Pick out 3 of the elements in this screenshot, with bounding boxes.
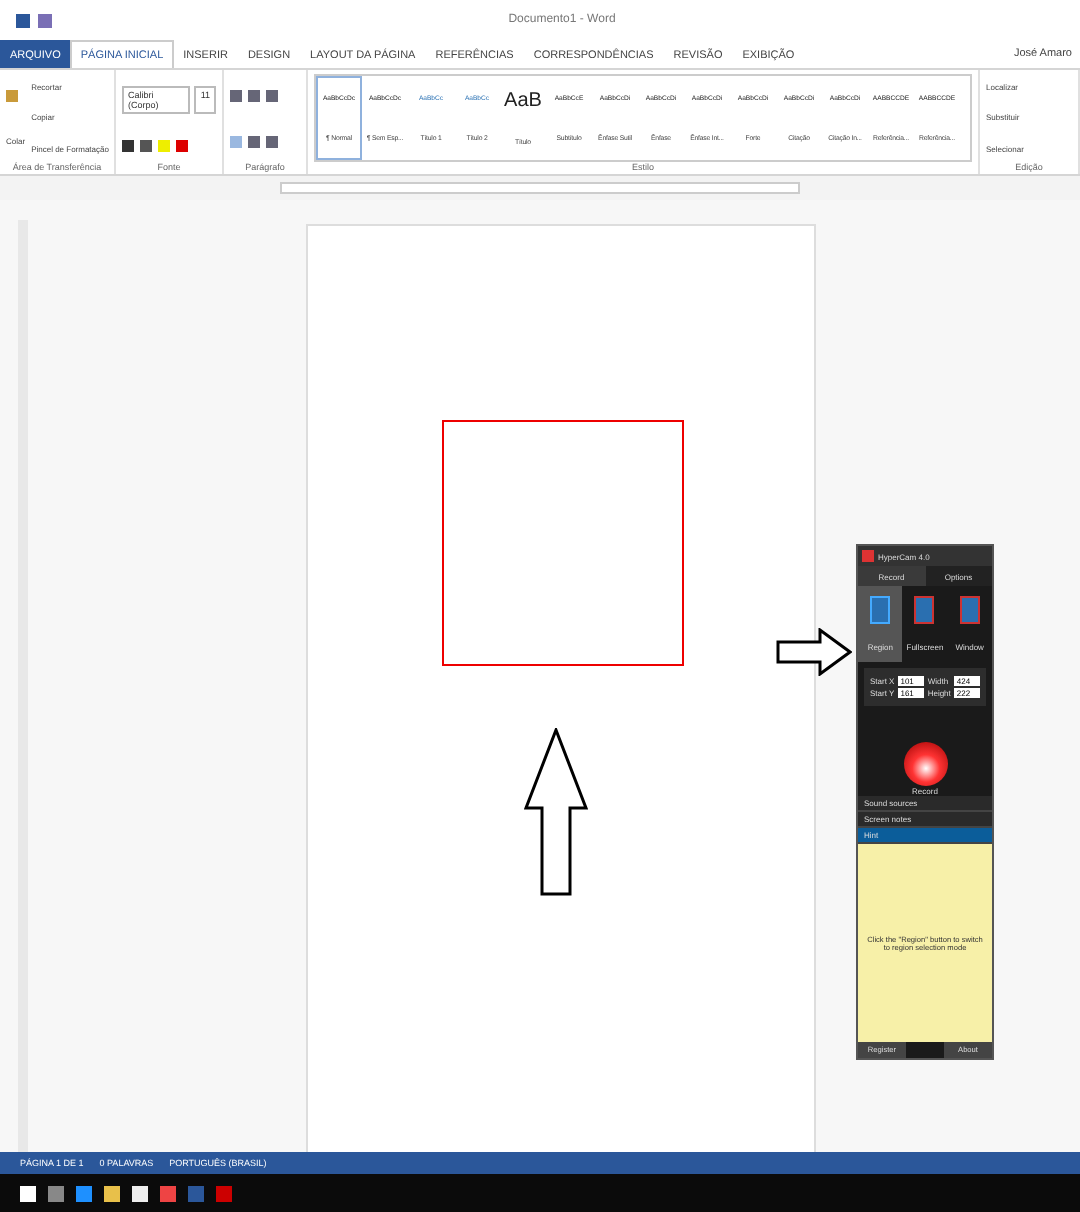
record-icon[interactable] [903, 742, 947, 786]
right-arrow-drawing [776, 628, 852, 676]
style-preview: AaB [504, 90, 542, 113]
